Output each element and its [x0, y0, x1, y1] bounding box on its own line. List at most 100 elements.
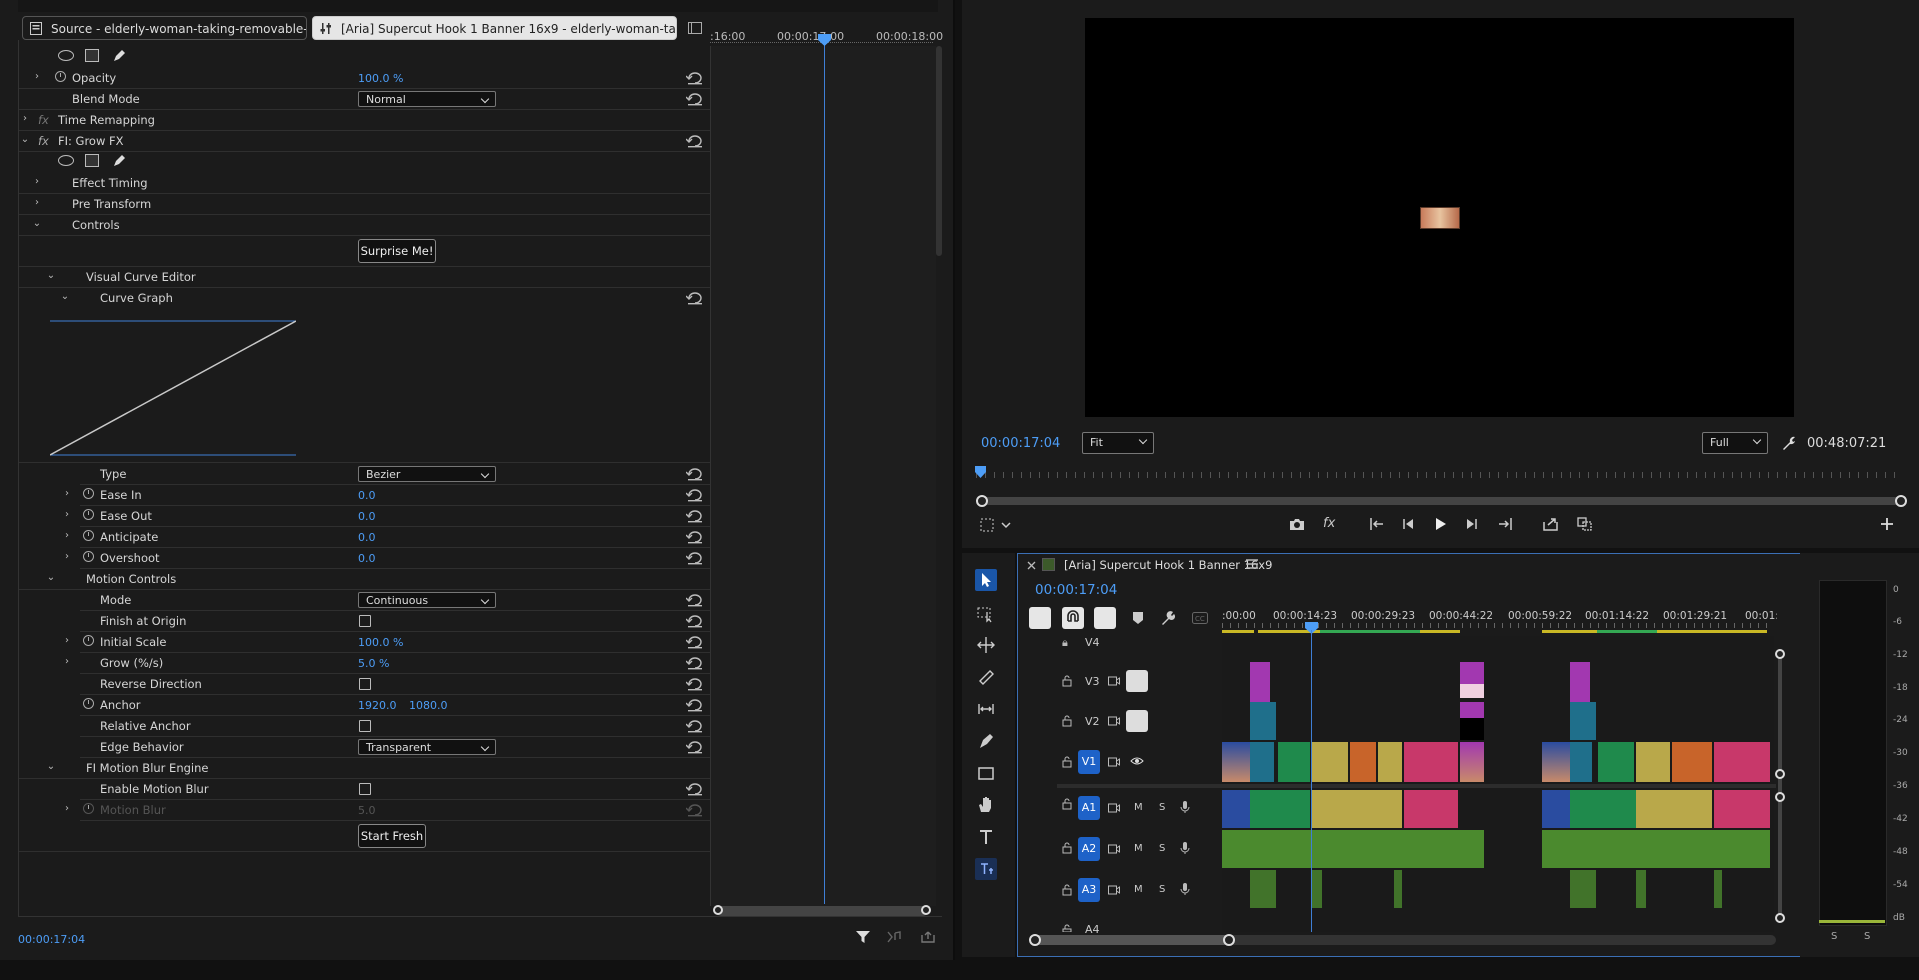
- video-audio-divider[interactable]: [1057, 784, 1776, 788]
- hscroll-handle-left[interactable]: [1029, 934, 1041, 946]
- initial-scale-value[interactable]: 100.0 %: [358, 636, 403, 649]
- reset-icon[interactable]: [686, 698, 704, 712]
- zoom-handle-right[interactable]: [921, 905, 931, 915]
- chevron-right-icon[interactable]: ›: [32, 72, 42, 82]
- track-target-a3[interactable]: A3: [1078, 878, 1100, 902]
- anticipate-value[interactable]: 0.0: [358, 531, 376, 544]
- reset-icon[interactable]: [686, 551, 704, 565]
- pen-mask-icon[interactable]: [112, 153, 127, 168]
- stopwatch-icon[interactable]: [83, 509, 94, 520]
- timeline-hscroll-thumb[interactable]: [1030, 935, 1230, 945]
- type-dropdown[interactable]: Bezier: [358, 466, 496, 482]
- timeline-vscroll[interactable]: [1778, 654, 1782, 920]
- clip[interactable]: [1312, 742, 1348, 782]
- sync-lock-icon[interactable]: [1108, 803, 1120, 813]
- audio-clip[interactable]: [1312, 870, 1322, 908]
- ease-in-value[interactable]: 0.0: [358, 489, 376, 502]
- track-target-a1[interactable]: A1: [1078, 796, 1100, 820]
- sync-lock-icon[interactable]: [1108, 757, 1120, 767]
- finish-at-origin-checkbox[interactable]: [359, 615, 371, 627]
- chevron-right-icon[interactable]: ›: [20, 114, 30, 124]
- captions-tool-icon[interactable]: [975, 858, 997, 880]
- toggle-output-button[interactable]: [1126, 670, 1148, 692]
- ease-out-value[interactable]: 0.0: [358, 510, 376, 523]
- reset-icon[interactable]: [686, 71, 704, 85]
- audio-clip[interactable]: [1542, 790, 1570, 828]
- surprise-me-button[interactable]: Surprise Me!: [358, 239, 436, 263]
- chevron-right-icon[interactable]: ›: [62, 636, 72, 646]
- lock-icon[interactable]: [1062, 675, 1072, 687]
- program-video-frame[interactable]: [1085, 18, 1794, 417]
- program-playhead[interactable]: [975, 466, 986, 478]
- insert-nest-button[interactable]: [1029, 607, 1051, 629]
- clip[interactable]: [1250, 662, 1270, 702]
- fx-scrollbar-thumb[interactable]: [936, 46, 942, 256]
- compare-icon[interactable]: [1577, 517, 1593, 531]
- chevron-down-icon[interactable]: ⌄: [46, 762, 56, 772]
- pen-mask-icon[interactable]: [112, 48, 127, 63]
- audio-clip[interactable]: [1636, 790, 1712, 828]
- reset-icon[interactable]: [686, 488, 704, 502]
- chevron-right-icon[interactable]: ›: [32, 198, 42, 208]
- audio-clip[interactable]: [1222, 790, 1250, 828]
- mute-button[interactable]: M: [1134, 802, 1143, 813]
- reset-icon[interactable]: [686, 656, 704, 670]
- audio-clip-music[interactable]: [1542, 830, 1770, 868]
- vscroll-handle[interactable]: [1775, 649, 1785, 659]
- blend-mode-dropdown[interactable]: Normal: [358, 91, 496, 107]
- panel-toggle-icon[interactable]: [688, 22, 702, 34]
- type-tool-icon[interactable]: [975, 826, 997, 848]
- go-to-in-icon[interactable]: [1369, 517, 1385, 531]
- reset-icon[interactable]: [686, 509, 704, 523]
- lock-icon[interactable]: 🔒︎: [1062, 636, 1068, 650]
- reset-icon[interactable]: [686, 782, 704, 796]
- audio-clip[interactable]: [1636, 870, 1646, 908]
- vscroll-handle[interactable]: [1775, 792, 1785, 802]
- reset-icon[interactable]: [686, 467, 704, 481]
- relative-anchor-checkbox[interactable]: [359, 720, 371, 732]
- clip[interactable]: [1570, 742, 1592, 782]
- microphone-icon[interactable]: [1180, 841, 1190, 855]
- scroll-handle-left[interactable]: [976, 495, 988, 507]
- selection-zoom-icon[interactable]: [980, 518, 1012, 532]
- meter-solo-left[interactable]: S: [1831, 931, 1837, 942]
- lock-icon[interactable]: [1062, 798, 1072, 810]
- clip[interactable]: [1460, 684, 1484, 698]
- timeline-timecode[interactable]: 00:00:17:04: [1035, 582, 1117, 598]
- chevron-down-icon[interactable]: ⌄: [60, 292, 70, 302]
- add-button-icon[interactable]: [1881, 518, 1893, 530]
- stopwatch-icon[interactable]: [83, 551, 94, 562]
- wrench-icon[interactable]: [1781, 435, 1797, 451]
- audio-clip[interactable]: [1714, 790, 1770, 828]
- go-to-out-icon[interactable]: [1497, 517, 1513, 531]
- microphone-icon[interactable]: [1180, 882, 1190, 896]
- solo-button[interactable]: S: [1159, 843, 1165, 854]
- reset-icon[interactable]: [686, 593, 704, 607]
- clip[interactable]: [1636, 742, 1670, 782]
- clip[interactable]: [1672, 742, 1712, 782]
- rectangle-tool-icon[interactable]: [975, 762, 997, 784]
- step-forward-icon[interactable]: [1465, 517, 1479, 531]
- tab-source[interactable]: Source - elderly-woman-taking-removable-…: [22, 16, 307, 40]
- reset-icon[interactable]: [686, 719, 704, 733]
- chevron-down-icon[interactable]: ⌄: [46, 271, 56, 281]
- export-icon[interactable]: [1543, 517, 1559, 531]
- sync-lock-icon[interactable]: [1108, 676, 1120, 686]
- hand-tool-icon[interactable]: [975, 794, 997, 816]
- stopwatch-icon[interactable]: [55, 71, 66, 82]
- clip[interactable]: [1378, 742, 1402, 782]
- chevron-right-icon[interactable]: ›: [62, 489, 72, 499]
- ripple-edit-tool-icon[interactable]: [975, 634, 997, 656]
- mute-button[interactable]: M: [1134, 884, 1143, 895]
- clip[interactable]: [1570, 662, 1590, 702]
- fx-icon[interactable]: fx: [1323, 516, 1335, 531]
- loop-audio-icon[interactable]: [887, 931, 903, 943]
- clip[interactable]: [1460, 662, 1484, 684]
- snap-button[interactable]: [1062, 607, 1084, 629]
- reset-icon[interactable]: [686, 530, 704, 544]
- clip[interactable]: [1222, 742, 1250, 782]
- program-scrollbar[interactable]: [981, 497, 1902, 505]
- lock-icon[interactable]: [1062, 756, 1072, 768]
- chevron-down-icon[interactable]: ⌄: [32, 219, 42, 229]
- selection-tool-icon[interactable]: [975, 569, 997, 591]
